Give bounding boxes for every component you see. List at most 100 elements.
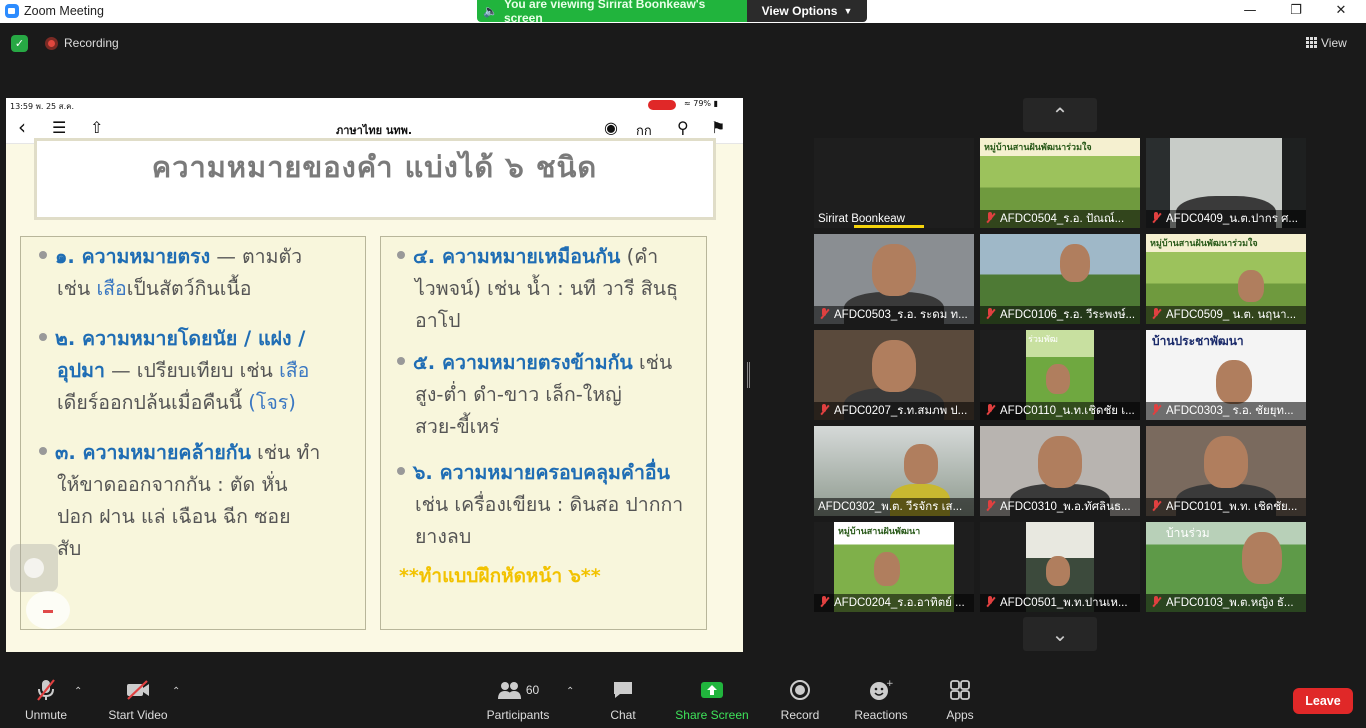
record-button[interactable]: Record (778, 678, 822, 722)
participant-name-bar: AFDC0204_ร.อ.อาทิตย์ ... (814, 594, 974, 612)
participant-name: AFDC0207_ร.ท.สมภพ ป... (834, 405, 968, 417)
restore-button[interactable]: ❐ (1281, 2, 1311, 20)
participant-face (874, 552, 900, 586)
participant-face (872, 340, 916, 392)
share-icon[interactable]: ⇧ (90, 118, 103, 137)
participant-name-bar: AFDC0310_พ.อ.ทัศลินธ... (980, 498, 1140, 516)
participant-name: AFDC0204_ร.อ.อาทิตย์ ... (834, 597, 965, 609)
participant-tile[interactable]: หมู่บ้านสานฝันพัฒนาร่วมใจ AFDC0504_ร.อ. ป… (980, 138, 1140, 228)
participant-name: AFDC0503_ร.อ. ระดม ท... (834, 309, 968, 321)
svg-text:+: + (886, 679, 893, 689)
participant-tile[interactable]: หมู่บ้านสานฝันพัฒนา AFDC0204_ร.อ.อาทิตย์ … (814, 522, 974, 612)
point-text: เช่น ทำ (250, 441, 321, 464)
participant-tile[interactable]: บ้านร่วม AFDC0103_พ.ต.หญิง ธั... (1146, 522, 1306, 612)
start-video-label: Start Video (108, 708, 168, 722)
bullet-icon (397, 251, 405, 259)
participants-button[interactable]: 60 Participants (484, 678, 552, 722)
participant-face (1060, 244, 1090, 282)
participant-face (1046, 556, 1070, 586)
meaning-point-4: ๔. ความหมายเหมือนกัน (คำ ไวพจน์) เช่น น้… (397, 241, 702, 337)
muted-microphone-icon (984, 596, 996, 608)
participant-name-bar: AFDC0409_น.ต.ปากร ศ... (1146, 210, 1306, 228)
participant-name-bar: AFDC0110_น.ท.เชิดชัย เ... (980, 402, 1140, 420)
participant-name: AFDC0110_น.ท.เชิดชัย เ... (1000, 405, 1135, 417)
point-text: สับ (57, 537, 82, 560)
view-options-button[interactable]: View Options ▼ (747, 0, 867, 22)
participant-name: AFDC0509_ น.ต. นฤนา... (1166, 309, 1297, 321)
bullet-icon (397, 357, 405, 365)
point-highlight: เสือ (96, 277, 127, 300)
participant-name: Sirirat Boonkeaw (818, 213, 905, 225)
participant-face (1242, 532, 1282, 584)
reactions-button[interactable]: + Reactions (852, 678, 910, 722)
apps-label: Apps (946, 708, 974, 722)
participant-name: AFDC0504_ร.อ. ปัณณ์... (1000, 213, 1125, 225)
participant-tile[interactable]: หมู่บ้านสานฝันพัฒนาร่วมใจ AFDC0509_ น.ต. … (1146, 234, 1306, 324)
recording-label: Recording (64, 36, 119, 50)
chat-button[interactable]: Chat (604, 678, 642, 722)
participant-tile[interactable]: AFDC0106_ร.อ. วีระพงษ์... (980, 234, 1140, 324)
recording-indicator-icon (45, 37, 58, 50)
participant-tile[interactable]: Sirirat Boonkeaw (814, 138, 974, 228)
muted-microphone-icon (18, 678, 74, 702)
encryption-shield-icon[interactable]: ✓ (11, 35, 28, 52)
participant-name-bar: AFDC0207_ร.ท.สมภพ ป... (814, 402, 974, 420)
participants-options-caret-icon[interactable]: ⌃ (566, 686, 574, 697)
participant-tile[interactable]: AFDC0101_พ.ท. เชิดชัย... (1146, 426, 1306, 516)
assistive-touch-icon[interactable] (10, 544, 58, 592)
muted-microphone-icon (984, 212, 996, 224)
list-icon[interactable]: ☰ (52, 118, 66, 137)
point-text: อาโป (415, 309, 461, 332)
screen-record-indicator-icon (648, 100, 676, 110)
search-icon[interactable]: ⚲ (677, 118, 689, 137)
gallery-page-down-button[interactable]: ⌄ (1023, 617, 1097, 651)
participant-name: AFDC0501_พ.ท.ปานเห... (1000, 597, 1128, 609)
leave-meeting-button[interactable]: Leave (1293, 688, 1353, 714)
participant-tile[interactable]: บ้านประชาพัฒนา AFDC0303_ ร.อ. ชัยยุท... (1146, 330, 1306, 420)
back-arrow-icon[interactable]: ‹ (18, 115, 26, 139)
participant-tile[interactable]: AFDC0310_พ.อ.ทัศลินธ... (980, 426, 1140, 516)
bookmark-icon[interactable]: ⚑ (711, 118, 725, 137)
share-screen-button[interactable]: Share Screen (674, 678, 750, 722)
view-button[interactable]: View (1306, 36, 1347, 50)
view-button-label: View (1321, 36, 1347, 50)
annotate-icon[interactable]: ◉ (604, 118, 618, 137)
document-title: ภาษาไทย นทพ. (336, 124, 413, 137)
chat-label: Chat (610, 708, 636, 722)
shared-screen-content: 13:59 พ. 25 ส.ค. ≈ 79% ▮ ‹ ☰ ⇧ ภาษาไทย น… (6, 98, 743, 652)
muted-microphone-icon (818, 596, 830, 608)
audio-options-caret-icon[interactable]: ⌃ (74, 686, 82, 697)
participant-tile[interactable]: AFDC0302_พ.ต. วีรจักร เส... (814, 426, 974, 516)
participant-tile[interactable]: AFDC0503_ร.อ. ระดม ท... (814, 234, 974, 324)
unmute-button[interactable]: Unmute (18, 678, 74, 722)
gallery-page-up-button[interactable]: ⌃ (1023, 98, 1097, 132)
grid-view-icon (1306, 37, 1317, 48)
participant-name: AFDC0303_ ร.อ. ชัยยุท... (1166, 405, 1294, 417)
participant-face (1038, 436, 1082, 488)
participant-face (904, 444, 938, 484)
panel-resize-handle[interactable] (747, 362, 750, 388)
start-video-button[interactable]: Start Video (104, 678, 172, 722)
video-options-caret-icon[interactable]: ⌃ (172, 686, 180, 697)
battery-indicator: ≈ 79% ▮ (684, 99, 718, 108)
participant-tile[interactable]: AFDC0501_พ.ท.ปานเห... (980, 522, 1140, 612)
ios-status-bar: 13:59 พ. 25 ส.ค. ≈ 79% ▮ (6, 98, 743, 112)
viewing-screen-notice: 🔈 You are viewing Sirirat Boonkeaw's scr… (477, 0, 747, 22)
point-text: เป็นสัตว์กินเนื้อ (126, 277, 252, 300)
apps-button[interactable]: Apps (942, 678, 978, 722)
reactions-icon: + (852, 678, 910, 702)
virtual-background-text: บ้านประชาพัฒนา (1152, 334, 1244, 348)
participant-tile[interactable]: ร่วมพัฒ AFDC0110_น.ท.เชิดชัย เ... (980, 330, 1140, 420)
record-icon (778, 678, 822, 702)
pen-tool-icon[interactable] (26, 591, 70, 629)
participant-tile[interactable]: AFDC0207_ร.ท.สมภพ ป... (814, 330, 974, 420)
minimize-button[interactable]: — (1235, 2, 1265, 20)
participant-tile[interactable]: AFDC0409_น.ต.ปากร ศ... (1146, 138, 1306, 228)
participant-name-bar: AFDC0509_ น.ต. นฤนา... (1146, 306, 1306, 324)
close-window-button[interactable]: ✕ (1326, 2, 1356, 20)
virtual-background-text: หมู่บ้านสานฝันพัฒนาร่วมใจ (1150, 239, 1258, 249)
participant-name-bar: AFDC0504_ร.อ. ปัณณ์... (980, 210, 1140, 228)
chat-icon (604, 678, 642, 702)
muted-microphone-icon (984, 308, 996, 320)
meaning-point-5: ๕. ความหมายตรงข้ามกัน เช่น สูง-ต่ำ ดำ-ขา… (397, 347, 702, 443)
